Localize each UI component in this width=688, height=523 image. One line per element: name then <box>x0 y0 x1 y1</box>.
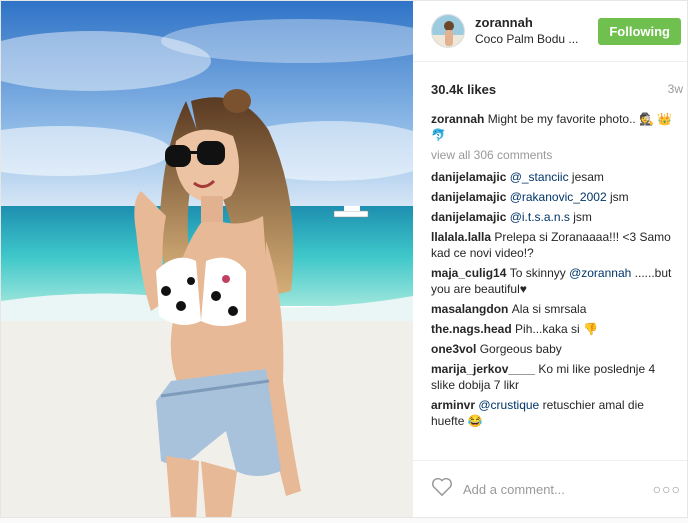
comment-author[interactable]: danijelamajic <box>431 170 510 184</box>
comment-mention[interactable]: @crustique <box>478 398 539 412</box>
instagram-post: zorannah Coco Palm Bodu ... Following 30… <box>0 0 688 518</box>
comment-mention[interactable]: @_stanciic <box>510 170 569 184</box>
comments-fade <box>413 446 687 460</box>
comment-author[interactable]: maja_culig14 <box>431 266 510 280</box>
comment-mention[interactable]: @i.t.s.a.n.s <box>510 210 570 224</box>
heart-glyph <box>432 477 452 496</box>
comment-text: Gorgeous baby <box>479 342 562 356</box>
comment-author[interactable]: danijelamajic <box>431 210 510 224</box>
post-header: zorannah Coco Palm Bodu ... Following <box>413 1 687 62</box>
comment-author[interactable]: marija_jerkov____ <box>431 362 538 376</box>
comment-author[interactable]: danijelamajic <box>431 190 510 204</box>
view-all-comments-link[interactable]: view all 306 comments <box>431 147 679 163</box>
comment-mention[interactable]: @rakanovic_2002 <box>510 190 607 204</box>
comment-mention[interactable]: @zorannah <box>569 266 631 280</box>
post-time[interactable]: 3w <box>668 82 683 97</box>
post-sidebar: zorannah Coco Palm Bodu ... Following 30… <box>413 1 687 517</box>
comment-item: llalala.lalla Prelepa si Zoranaaaa!!! <3… <box>431 229 679 261</box>
comment-item: one3vol Gorgeous baby <box>431 341 679 357</box>
comments-list[interactable]: zorannah Might be my favorite photo.. 🕵 … <box>413 97 687 460</box>
comment-text: Ala si smrsala <box>511 302 587 316</box>
avatar[interactable] <box>431 14 465 48</box>
comment-item: danijelamajic @_stanciic jesam <box>431 169 679 185</box>
comment-item: marija_jerkov____ Ko mi like poslednje 4… <box>431 361 679 393</box>
comment-author[interactable]: masalangdon <box>431 302 512 316</box>
comment-text: jesam <box>568 170 604 184</box>
comment-item: masalangdon Ala si smrsala <box>431 301 679 317</box>
post-author-info: zorannah Coco Palm Bodu ... <box>475 15 598 47</box>
comment-item: maja_culig14 To skinnyy @zorannah ......… <box>431 265 679 297</box>
comment-item: danijelamajic @i.t.s.a.n.s jsm <box>431 209 679 225</box>
likes-row: 30.4k likes 3w <box>413 62 687 97</box>
heart-outline-icon[interactable] <box>431 477 453 502</box>
comment-author[interactable]: llalala.lalla <box>431 230 494 244</box>
comment-item: arminvr @crustique retuschier amal die h… <box>431 397 679 429</box>
likes-count[interactable]: 30.4k likes <box>431 82 496 97</box>
avatar-image <box>432 15 464 47</box>
comment-text: jsm <box>569 210 592 224</box>
author-username[interactable]: zorannah <box>475 15 598 31</box>
post-photo[interactable] <box>1 1 413 517</box>
comment-item: danijelamajic @rakanovic_2002 jsm <box>431 189 679 205</box>
caption-author[interactable]: zorannah <box>431 112 484 126</box>
following-button[interactable]: Following <box>598 17 681 45</box>
caption: zorannah Might be my favorite photo.. 🕵 … <box>431 111 679 143</box>
comment-text: Pih...kaka si 👎 <box>515 322 598 336</box>
comment-author[interactable]: one3vol <box>431 342 480 356</box>
comment-text: jsm <box>606 190 629 204</box>
comment-footer: Add a comment... ○○○ <box>413 460 687 517</box>
comment-text: To skinnyy <box>509 266 570 280</box>
more-options-icon[interactable]: ○○○ <box>653 481 681 497</box>
post-location[interactable]: Coco Palm Bodu ... <box>475 31 598 47</box>
comment-author[interactable]: arminvr <box>431 398 478 412</box>
add-comment-input[interactable]: Add a comment... <box>463 482 653 497</box>
beach-photo-illustration <box>1 1 413 517</box>
comment-item: the.nags.head Pih...kaka si 👎 <box>431 321 679 337</box>
comment-author[interactable]: the.nags.head <box>431 322 515 336</box>
comment-container: danijelamajic @_stanciic jesam danijelama… <box>431 169 679 429</box>
